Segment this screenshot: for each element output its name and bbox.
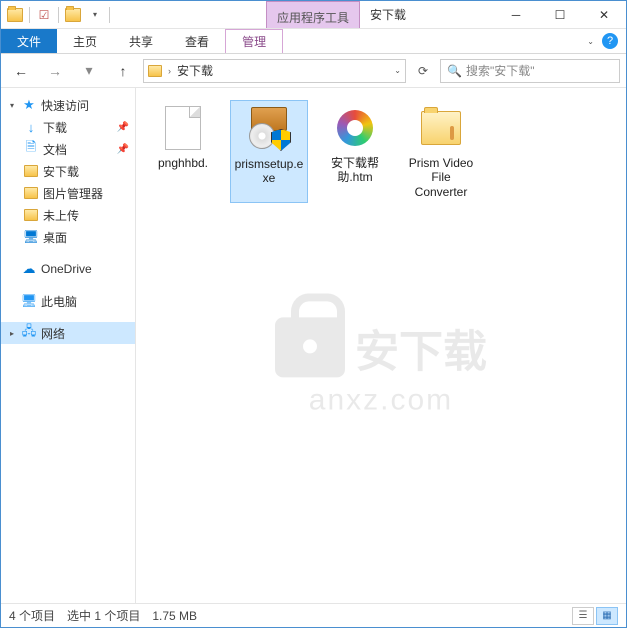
chevron-down-icon[interactable]: ▾	[7, 101, 17, 110]
tab-home[interactable]: 主页	[57, 29, 113, 53]
desktop-icon: 🖥	[23, 229, 39, 245]
sidebar-item-label: 图片管理器	[43, 185, 103, 202]
ribbon-expand-icon[interactable]: ⌄	[587, 37, 594, 46]
tab-share[interactable]: 共享	[113, 29, 169, 53]
file-item[interactable]: Prism Video File Converter	[402, 100, 480, 203]
file-item[interactable]: prismsetup.exe	[230, 100, 308, 203]
sidebar-item-picmgr[interactable]: 图片管理器	[1, 182, 135, 204]
sidebar-item-label: 安下载	[43, 163, 79, 180]
nav-toolbar: ← → ▾ ↑ › 安下载 ⌄ ⟳ 🔍 搜索"安下载"	[1, 54, 626, 88]
sidebar-item-label: 下载	[43, 119, 67, 136]
file-label: pnghhbd.	[158, 156, 208, 170]
forward-button[interactable]: →	[41, 59, 69, 83]
window-title: 安下载	[370, 6, 406, 23]
sidebar-item-label: 网络	[41, 325, 65, 342]
window-controls: ─ ☐ ✕	[494, 1, 626, 29]
document-icon	[159, 104, 207, 152]
network-icon: 🖧	[21, 325, 37, 341]
status-size: 1.75 MB	[152, 609, 197, 623]
help-icon[interactable]: ?	[602, 33, 618, 49]
file-label: 安下载帮助.htm	[318, 156, 392, 185]
pin-icon: 📌	[117, 122, 129, 133]
maximize-button[interactable]: ☐	[538, 1, 582, 29]
document-icon: 🗎	[23, 141, 39, 157]
watermark-text: 安下载	[355, 315, 487, 379]
search-input[interactable]: 🔍 搜索"安下载"	[440, 59, 620, 83]
address-bar[interactable]: › 安下载 ⌄	[143, 59, 406, 83]
pc-icon: 🖥	[21, 293, 37, 309]
sidebar-item-onedrive[interactable]: ☁ OneDrive	[1, 258, 135, 280]
history-dropdown-icon[interactable]: ▾	[75, 59, 103, 83]
sidebar-item-quick-access[interactable]: ▾ ★ 快速访问	[1, 94, 135, 116]
watermark-url: anxz.com	[309, 383, 453, 417]
download-icon: ↓	[23, 119, 39, 135]
body: ▾ ★ 快速访问 ↓ 下载 📌 🗎 文档 📌 安下载 图片管理器 未上传 🖥	[1, 88, 626, 603]
cloud-icon: ☁	[21, 261, 37, 277]
html-icon	[331, 104, 379, 152]
search-placeholder: 搜索"安下载"	[466, 62, 535, 79]
tab-manage[interactable]: 管理	[225, 29, 283, 53]
sidebar-item-anxiazai[interactable]: 安下载	[1, 160, 135, 182]
sidebar-item-label: OneDrive	[41, 262, 92, 276]
divider	[109, 7, 110, 23]
file-label: Prism Video File Converter	[404, 156, 478, 199]
file-item[interactable]: 安下载帮助.htm	[316, 100, 394, 203]
folder-icon	[23, 163, 39, 179]
icons-view-button[interactable]: ▦	[596, 607, 618, 625]
refresh-button[interactable]: ⟳	[412, 60, 434, 82]
sidebar-item-label: 此电脑	[41, 293, 77, 310]
file-pane[interactable]: pnghhbd. prismsetup.exe 安下载帮助.htm Prism …	[136, 88, 626, 603]
folder-icon[interactable]	[63, 5, 83, 25]
folder-icon	[417, 104, 465, 152]
chevron-right-icon[interactable]: ▸	[7, 329, 17, 338]
status-bar: 4 个项目 选中 1 个项目 1.75 MB ☰ ▦	[1, 603, 626, 627]
sidebar-item-documents[interactable]: 🗎 文档 📌	[1, 138, 135, 160]
folder-icon[interactable]	[5, 5, 25, 25]
address-dropdown-icon[interactable]: ⌄	[394, 66, 401, 75]
file-item[interactable]: pnghhbd.	[144, 100, 222, 203]
lock-icon	[275, 317, 345, 377]
sidebar-item-thispc[interactable]: 🖥 此电脑	[1, 290, 135, 312]
divider	[58, 7, 59, 23]
status-item-count: 4 个项目	[9, 607, 55, 624]
status-selected: 选中 1 个项目	[67, 607, 140, 624]
close-button[interactable]: ✕	[582, 1, 626, 29]
installer-icon	[245, 105, 293, 153]
sidebar-item-unupload[interactable]: 未上传	[1, 204, 135, 226]
chevron-right-icon[interactable]: ›	[168, 66, 171, 76]
file-label: prismsetup.exe	[233, 157, 305, 186]
properties-icon[interactable]: ☑	[34, 5, 54, 25]
search-icon: 🔍	[447, 64, 462, 78]
sidebar-item-network[interactable]: ▸ 🖧 网络	[1, 322, 135, 344]
up-button[interactable]: ↑	[109, 59, 137, 83]
folder-icon	[23, 207, 39, 223]
sidebar-item-label: 未上传	[43, 207, 79, 224]
back-button[interactable]: ←	[7, 59, 35, 83]
folder-icon	[23, 185, 39, 201]
watermark: 安下载 anxz.com	[275, 315, 487, 417]
ribbon: 文件 主页 共享 查看 管理 ⌄ ?	[1, 29, 626, 54]
breadcrumb[interactable]: 安下载	[177, 62, 213, 79]
navigation-pane[interactable]: ▾ ★ 快速访问 ↓ 下载 📌 🗎 文档 📌 安下载 图片管理器 未上传 🖥	[1, 88, 136, 603]
tab-file[interactable]: 文件	[1, 29, 57, 53]
minimize-button[interactable]: ─	[494, 1, 538, 29]
folder-icon	[148, 65, 162, 77]
sidebar-item-desktop[interactable]: 🖥 桌面	[1, 226, 135, 248]
sidebar-item-label: 桌面	[43, 229, 67, 246]
contextual-tab-label: 应用程序工具	[266, 1, 360, 28]
sidebar-item-label: 文档	[43, 141, 67, 158]
contextual-tabs: 应用程序工具	[266, 1, 360, 28]
star-icon: ★	[21, 97, 37, 113]
sidebar-item-downloads[interactable]: ↓ 下载 📌	[1, 116, 135, 138]
divider	[29, 7, 30, 23]
details-view-button[interactable]: ☰	[572, 607, 594, 625]
sidebar-item-label: 快速访问	[41, 97, 89, 114]
quick-access-toolbar: ☑ ▾	[1, 5, 116, 25]
qat-dropdown-icon[interactable]: ▾	[85, 5, 105, 25]
titlebar: ☑ ▾ 应用程序工具 安下载 ─ ☐ ✕	[1, 1, 626, 29]
tab-view[interactable]: 查看	[169, 29, 225, 53]
pin-icon: 📌	[117, 144, 129, 155]
